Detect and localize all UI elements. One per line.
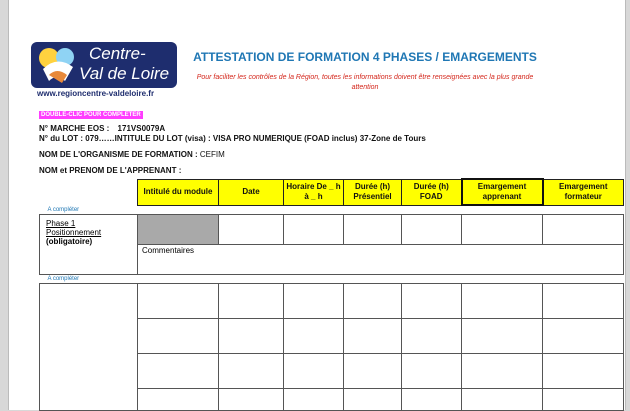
phase1-label-cell: Phase 1 Positionnement (obligatoire) (39, 214, 138, 275)
phase1-presentiel-cell[interactable] (343, 214, 402, 245)
phase1-emarg-formateur-cell[interactable] (542, 214, 624, 245)
grid-cell[interactable] (542, 283, 624, 319)
fill-hint-badge[interactable]: DOUBLE-CLIC POUR COMPLETER (39, 111, 143, 119)
grid-cell[interactable] (343, 353, 402, 389)
grid-cell[interactable] (218, 388, 284, 411)
phase1-module-cell[interactable] (137, 214, 219, 245)
header-emargement-apprenant: Emargement apprenant (460, 178, 544, 206)
grid-cell[interactable] (461, 318, 543, 354)
grid-cell[interactable] (343, 283, 402, 319)
header-module: Intitulé du module (137, 178, 219, 206)
grid-cell[interactable] (542, 388, 624, 411)
phase1-foad-cell[interactable] (401, 214, 462, 245)
grid-cell[interactable] (401, 353, 462, 389)
grid-cell[interactable] (137, 353, 219, 389)
header-horaire: Horaire De _ h à _ h (283, 178, 344, 206)
grid-cell[interactable] (283, 388, 344, 411)
grid-cell[interactable] (401, 318, 462, 354)
grid-cell[interactable] (218, 318, 284, 354)
header-duree-foad: Durée (h) FOAD (401, 178, 462, 206)
marche-value[interactable]: 171VS0079A (118, 124, 166, 133)
grid-cell[interactable] (461, 283, 543, 319)
marche-label: N° MARCHE EOS : (39, 124, 110, 133)
a-completer-note-2: A compléter (47, 276, 80, 282)
header-date: Date (218, 178, 284, 206)
header-duree-presentiel: Durée (h) Présentiel (343, 178, 402, 206)
header-emargement-formateur: Emargement formateur (542, 178, 624, 206)
phase1-emarg-apprenant-cell[interactable] (461, 214, 543, 245)
grid-cell[interactable] (137, 388, 219, 411)
lot-line[interactable]: N° du LOT : 079……INTITULE DU LOT (visa) … (39, 134, 426, 143)
grid-cell[interactable] (343, 318, 402, 354)
document-title: ATTESTATION DE FORMATION 4 PHASES / EMAR… (193, 50, 537, 64)
document-page: Centre- Val de Loire www.regioncentre-va… (8, 0, 626, 411)
header-spacer (40, 179, 138, 205)
phase1-date-cell[interactable] (218, 214, 284, 245)
grid-cell[interactable] (137, 283, 219, 319)
organisme-label: NOM DE L'ORGANISME DE FORMATION : (39, 150, 198, 159)
grid-cell[interactable] (283, 353, 344, 389)
region-logo: Centre- Val de Loire (31, 42, 177, 88)
grid-cell[interactable] (542, 353, 624, 389)
a-completer-note-1: A compléter (47, 207, 80, 213)
phase1-title: Phase 1 (46, 219, 76, 228)
grid-cell[interactable] (461, 353, 543, 389)
logo-url: www.regioncentre-valdeloire.fr (37, 89, 155, 98)
grid-cell[interactable] (343, 388, 402, 411)
phase1-mandatory: (obligatoire) (46, 237, 93, 246)
grid-cell[interactable] (283, 283, 344, 319)
grid-cell[interactable] (401, 283, 462, 319)
organisme-line: NOM DE L'ORGANISME DE FORMATION : CEFIM (39, 150, 225, 159)
comment-label: Commentaires (142, 246, 195, 255)
logo-mark-icon (39, 48, 74, 83)
phase2-label-cell[interactable] (39, 283, 138, 411)
grid-cell[interactable] (542, 318, 624, 354)
document-subtitle: Pour faciliter les contrôles de la Régio… (196, 74, 534, 91)
attendance-table: Intitulé du module Date Horaire De _ h à… (39, 178, 624, 411)
logo-text-line1: Centre- (89, 44, 146, 63)
phase1-horaire-cell[interactable] (283, 214, 344, 245)
grid-cell[interactable] (137, 318, 219, 354)
organisme-value[interactable]: CEFIM (200, 150, 225, 159)
logo-text-line2: Val de Loire (79, 64, 170, 83)
grid-cell[interactable] (283, 318, 344, 354)
apprenant-line[interactable]: NOM et PRENOM DE L'APPRENANT : (39, 166, 181, 175)
grid-cell[interactable] (461, 388, 543, 411)
phase1-comment-cell[interactable]: Commentaires (137, 244, 624, 275)
marche-line: N° MARCHE EOS : 171VS0079A (39, 124, 165, 133)
phase1-subtitle: Positionnement (46, 228, 102, 237)
grid-cell[interactable] (218, 353, 284, 389)
grid-cell[interactable] (218, 283, 284, 319)
grid-cell[interactable] (401, 388, 462, 411)
